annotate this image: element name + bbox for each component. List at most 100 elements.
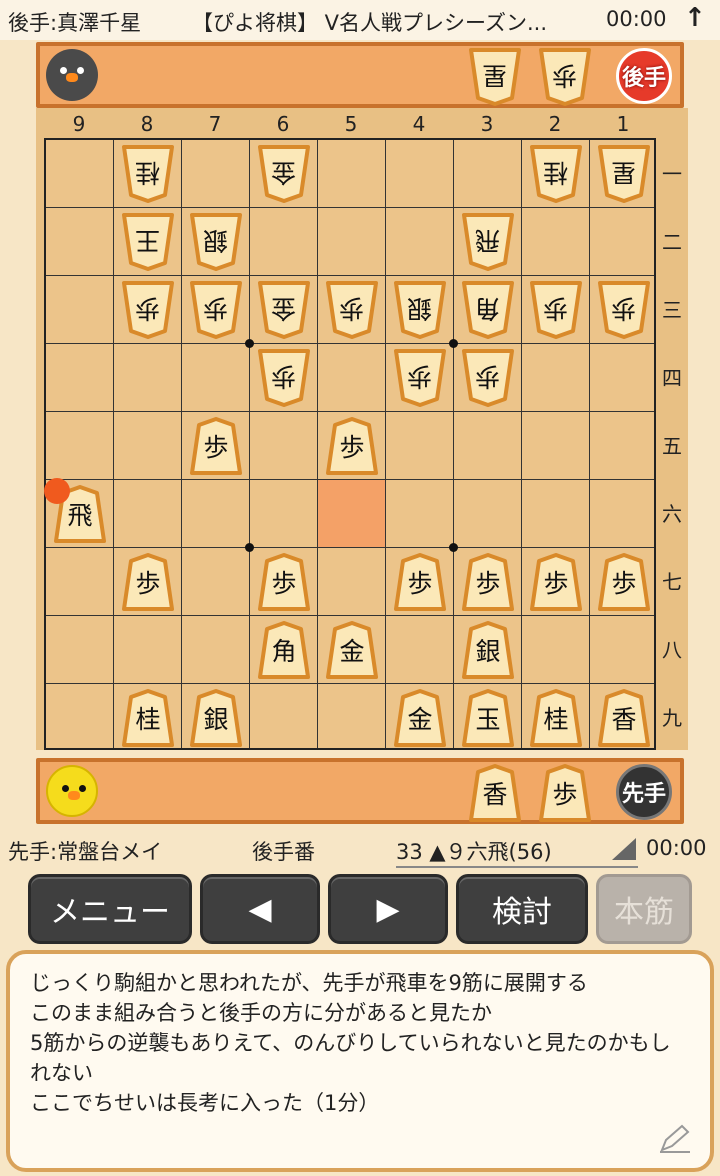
board-piece-gote[interactable]: 歩 [393, 349, 447, 407]
board-piece-gote[interactable]: 歩 [189, 281, 243, 339]
game-title: 【ぴよ将棋】 V名人戦プレシーズン... [192, 11, 548, 35]
board-piece-sente[interactable]: 歩 [325, 417, 379, 475]
rank-label: 二 [662, 230, 682, 254]
grid-line [317, 140, 318, 748]
piece-kanji: 桂 [135, 158, 161, 187]
rank-label: 四 [662, 366, 682, 390]
board-piece-sente[interactable]: 歩 [529, 553, 583, 611]
board-piece-gote[interactable]: 王 [121, 213, 175, 271]
edit-pencil-icon[interactable] [658, 1124, 692, 1154]
sente-player-name: 先手:常盤台メイ [8, 840, 163, 864]
grid-line [181, 140, 182, 748]
piece-kanji: 角 [271, 637, 297, 666]
up-arrow-icon[interactable]: ↑ [684, 3, 706, 33]
piece-kanji: 歩 [339, 294, 365, 323]
rank-label: 七 [662, 570, 682, 594]
gote-hand-piece[interactable]: 星 [468, 48, 522, 106]
board-piece-gote[interactable]: 星 [597, 145, 651, 203]
piece-kanji: 銀 [203, 226, 229, 255]
board-piece-gote[interactable]: 金 [257, 281, 311, 339]
rank-label: 五 [662, 434, 682, 458]
board-piece-gote[interactable]: 歩 [461, 349, 515, 407]
board-piece-sente[interactable]: 歩 [597, 553, 651, 611]
board-piece-gote[interactable]: 金 [257, 145, 311, 203]
piece-kanji: 銀 [203, 705, 229, 734]
gote-clock: 00:00 [606, 7, 667, 31]
board-piece-sente[interactable]: 歩 [393, 553, 447, 611]
sente-hand-bar: 香 歩 先手 [36, 758, 684, 824]
piece-kanji: 歩 [552, 61, 578, 90]
star-point [449, 339, 458, 348]
board-piece-gote[interactable]: 銀 [393, 281, 447, 339]
grid-line [249, 140, 250, 748]
rank-label: 三 [662, 298, 682, 322]
piece-kanji: 歩 [135, 569, 161, 598]
board-piece-gote[interactable]: 桂 [121, 145, 175, 203]
board-piece-sente[interactable]: 金 [325, 621, 379, 679]
menu-button[interactable]: メニュー [28, 874, 192, 944]
board-piece-sente[interactable]: 桂 [529, 689, 583, 747]
piece-kanji: 銀 [475, 637, 501, 666]
board-grid[interactable]: 桂金桂星王銀飛歩歩金歩銀角歩歩歩歩歩歩歩飛歩歩歩歩歩歩角金銀桂銀金玉桂香 [44, 138, 656, 750]
board-piece-sente[interactable]: 角 [257, 621, 311, 679]
gote-hand-piece[interactable]: 歩 [538, 48, 592, 106]
gote-turn-badge: 後手 [616, 48, 672, 104]
move-record[interactable]: 33 ▲９六飛(56) [396, 836, 638, 868]
header-bar: 後手:真澤千星 【ぴよ将棋】 V名人戦プレシーズン... 00:00 ↑ [0, 0, 720, 40]
grid-line [46, 343, 654, 344]
file-label: 9 [72, 112, 86, 136]
board-piece-gote[interactable]: 桂 [529, 145, 583, 203]
rank-label: 六 [662, 502, 682, 526]
piece-kanji: 歩 [543, 569, 569, 598]
star-point [245, 543, 254, 552]
sente-hand-piece[interactable]: 香 [468, 764, 522, 822]
sente-avatar [46, 765, 98, 817]
dropdown-corner-icon[interactable] [612, 838, 636, 860]
piece-kanji: 金 [407, 705, 433, 734]
piece-kanji: 歩 [407, 569, 433, 598]
analyze-button[interactable]: 検討 [456, 874, 588, 944]
piece-kanji: 歩 [271, 569, 297, 598]
board-piece-sente[interactable]: 歩 [461, 553, 515, 611]
file-label: 7 [208, 112, 222, 136]
file-label: 2 [548, 112, 562, 136]
file-label: 6 [276, 112, 290, 136]
file-label: 3 [480, 112, 494, 136]
board-piece-sente[interactable]: 銀 [189, 689, 243, 747]
last-move-marker [44, 478, 70, 504]
status-bar: 先手:常盤台メイ 後手番 33 ▲９六飛(56) 00:00 [0, 828, 720, 868]
board-piece-sente[interactable]: 歩 [121, 553, 175, 611]
board-piece-sente[interactable]: 金 [393, 689, 447, 747]
board-piece-sente[interactable]: 銀 [461, 621, 515, 679]
board-piece-gote[interactable]: 歩 [257, 349, 311, 407]
prev-move-button[interactable]: ◀ [200, 874, 320, 944]
grid-line [46, 275, 654, 276]
grid-line [46, 411, 654, 412]
file-label: 1 [616, 112, 630, 136]
board-piece-gote[interactable]: 角 [461, 281, 515, 339]
board-piece-gote[interactable]: 銀 [189, 213, 243, 271]
board-piece-gote[interactable]: 歩 [121, 281, 175, 339]
next-move-button[interactable]: ▶ [328, 874, 448, 944]
sente-hand-piece[interactable]: 歩 [538, 764, 592, 822]
sente-turn-badge: 先手 [616, 764, 672, 820]
piece-kanji: 金 [271, 158, 297, 187]
board-piece-sente[interactable]: 歩 [257, 553, 311, 611]
piece-kanji: 飛 [67, 501, 93, 530]
piece-kanji: 歩 [611, 569, 637, 598]
board-piece-gote[interactable]: 飛 [461, 213, 515, 271]
gote-hand-bar: 星 歩 後手 [36, 42, 684, 108]
gote-avatar [46, 49, 98, 101]
last-move-origin-highlight [318, 480, 385, 547]
piece-kanji: 歩 [543, 294, 569, 323]
board-piece-gote[interactable]: 歩 [325, 281, 379, 339]
board-piece-sente[interactable]: 玉 [461, 689, 515, 747]
piece-kanji: 星 [611, 158, 637, 187]
file-labels: 9 8 7 6 5 4 3 2 1 [36, 112, 688, 140]
board-piece-sente[interactable]: 香 [597, 689, 651, 747]
board-piece-gote[interactable]: 歩 [529, 281, 583, 339]
board-piece-sente[interactable]: 桂 [121, 689, 175, 747]
board-piece-gote[interactable]: 歩 [597, 281, 651, 339]
board-piece-sente[interactable]: 歩 [189, 417, 243, 475]
grid-line [46, 207, 654, 208]
